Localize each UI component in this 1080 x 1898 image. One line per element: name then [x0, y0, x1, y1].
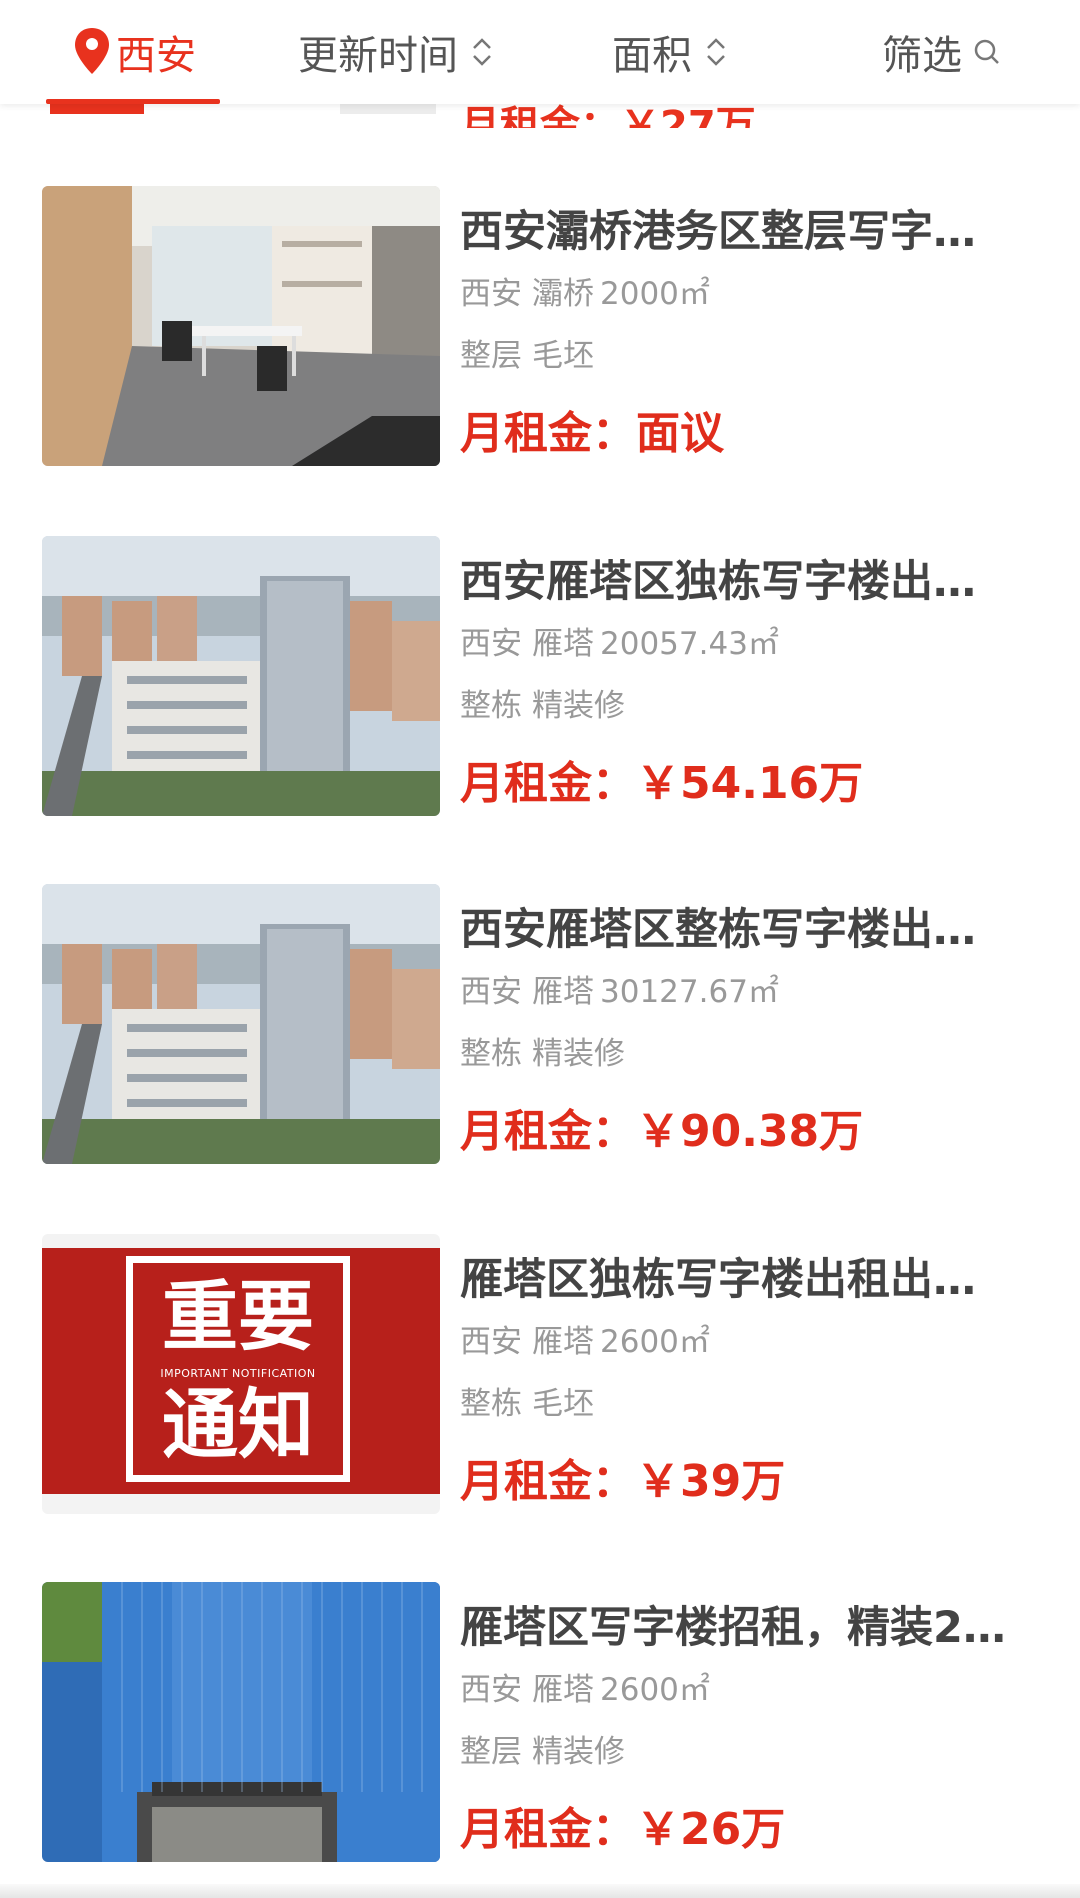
listing-thumbnail: 重要 IMPORTANT NOTIFICATION 通知: [42, 1234, 440, 1514]
listing-tag: 精装修: [532, 1036, 625, 1072]
sort-area-label: 面积: [612, 33, 692, 79]
bottom-edge: [0, 1884, 1080, 1898]
city-selector[interactable]: 西安: [72, 0, 196, 104]
notice-image: 重要 IMPORTANT NOTIFICATION 通知: [42, 1248, 440, 1494]
listing-district: 灞桥: [532, 276, 594, 312]
listing-city: 西安: [460, 974, 522, 1010]
listing-thumbnail: [42, 536, 440, 816]
notice-line1: 重要: [162, 1272, 314, 1361]
listing-info: 雁塔区写字楼招租，精装2… 西安 雁塔 2600㎡ 整层 精装修 月租金：￥26万: [460, 1600, 1040, 1858]
building-aerial-image: [42, 884, 440, 1164]
listing-title[interactable]: 西安灞桥港务区整层写字…: [460, 204, 1020, 260]
listing-district: 雁塔: [532, 1324, 594, 1360]
listing-tags: 整栋 毛坯: [460, 1384, 1040, 1424]
listing-area: 30127.67㎡: [600, 974, 779, 1010]
listing-tag: 毛坯: [532, 338, 594, 374]
list-item[interactable]: 西安灞桥港务区整层写字… 西安 灞桥 2000㎡ 整层 毛坯 月租金：面议: [0, 186, 1080, 476]
location-pin-icon: [75, 28, 109, 74]
listing-info: 西安雁塔区独栋写字楼出… 西安 雁塔 20057.43㎡ 整栋 精装修 月租金：￥54…: [460, 554, 1040, 812]
listing-meta: 西安 灞桥 2000㎡: [460, 274, 1040, 314]
listing-title[interactable]: 雁塔区独栋写字楼出租出…: [460, 1252, 1020, 1308]
filter-label: 筛选: [882, 33, 962, 79]
listing-thumbnail: [42, 186, 440, 466]
listing-tag: 精装修: [532, 688, 625, 724]
listing-meta: 西安 雁塔 2600㎡: [460, 1322, 1040, 1362]
sort-toggle-icon: [707, 38, 725, 66]
listing-title[interactable]: 雁塔区写字楼招租，精装2…: [460, 1600, 1020, 1656]
listing-info: 西安灞桥港务区整层写字… 西安 灞桥 2000㎡ 整层 毛坯 月租金：面议: [460, 204, 1040, 462]
list-item[interactable]: 重要 IMPORTANT NOTIFICATION 通知 雁塔区独栋写字楼出租出…: [0, 1234, 1080, 1524]
listing-meta: 西安 雁塔 20057.43㎡: [460, 624, 1040, 664]
glass-grid-overlay: [121, 1582, 423, 1792]
listing-tag: 整层: [460, 1734, 522, 1770]
list-item[interactable]: 雁塔区写字楼招租，精装2… 西安 雁塔 2600㎡ 整层 精装修 月租金：￥26万: [0, 1582, 1080, 1872]
listing-district: 雁塔: [532, 1672, 594, 1708]
list-item[interactable]: 西安雁塔区独栋写字楼出… 西安 雁塔 20057.43㎡ 整栋 精装修 月租金：￥54…: [0, 536, 1080, 826]
listing-price: 月租金：￥54.16万: [460, 758, 864, 809]
notice-frame: 重要 IMPORTANT NOTIFICATION 通知: [126, 1256, 350, 1482]
active-tab-indicator: [46, 99, 220, 104]
listing-city: 西安: [460, 276, 522, 312]
listing-tags: 整层 精装修: [460, 1732, 1040, 1772]
listing-price: 月租金：面议: [460, 408, 724, 459]
office-interior-image: [42, 186, 440, 466]
listing-meta: 西安 雁塔 30127.67㎡: [460, 972, 1040, 1012]
listing-city: 西安: [460, 1672, 522, 1708]
sort-by-update-time[interactable]: 更新时间: [298, 0, 496, 104]
list-item[interactable]: 西安雁塔区整栋写字楼出… 西安 雁塔 30127.67㎡ 整栋 精装修 月租金：￥90…: [0, 884, 1080, 1174]
listing-area: 20057.43㎡: [600, 626, 779, 662]
listing-area: 2600㎡: [600, 1672, 710, 1708]
listing-tag: 整栋: [460, 1386, 522, 1422]
listing-page: 月租金：￥27万 西安灞桥港务区整层写字… 西安 灞桥 2000㎡ 整层 毛坯 …: [0, 0, 1080, 1898]
listing-title[interactable]: 西安雁塔区整栋写字楼出…: [460, 902, 1020, 958]
listing-thumbnail: [42, 884, 440, 1164]
listing-info: 雁塔区独栋写字楼出租出… 西安 雁塔 2600㎡ 整栋 毛坯 月租金：￥39万: [460, 1252, 1040, 1510]
listing-tag: 整层: [460, 338, 522, 374]
listing-info: 西安雁塔区整栋写字楼出… 西安 雁塔 30127.67㎡ 整栋 精装修 月租金：￥90…: [460, 902, 1040, 1160]
sort-toggle-icon: [473, 38, 491, 66]
listing-tag: 整栋: [460, 688, 522, 724]
sort-by-area[interactable]: 面积: [612, 0, 730, 104]
listing-price: 月租金：￥90.38万: [460, 1106, 864, 1157]
listing-tags: 整层 毛坯: [460, 336, 1040, 376]
listing-city: 西安: [460, 1324, 522, 1360]
search-icon: [974, 39, 999, 64]
sort-update-label: 更新时间: [298, 33, 458, 79]
notice-subtitle: IMPORTANT NOTIFICATION: [160, 1367, 316, 1380]
listing-title[interactable]: 西安雁塔区独栋写字楼出…: [460, 554, 1020, 610]
listing-tag: 毛坯: [532, 1386, 594, 1422]
listing-district: 雁塔: [532, 974, 594, 1010]
listing-price: 月租金：￥39万: [460, 1456, 786, 1507]
listing-price: 月租金：￥26万: [460, 1804, 786, 1855]
listing-area: 2600㎡: [600, 1324, 710, 1360]
building-aerial-image: [42, 536, 440, 816]
listing-tag: 整栋: [460, 1036, 522, 1072]
listing-tags: 整栋 精装修: [460, 1034, 1040, 1074]
filter-bar: 西安 更新时间 面积 筛选: [0, 0, 1080, 104]
city-label: 西安: [116, 33, 196, 79]
listing-meta: 西安 雁塔 2600㎡: [460, 1670, 1040, 1710]
filter-button[interactable]: 筛选: [882, 0, 1002, 104]
listing-tags: 整栋 精装修: [460, 686, 1040, 726]
notice-line2: 通知: [162, 1380, 314, 1469]
listing-district: 雁塔: [532, 626, 594, 662]
listing-thumbnail: [42, 1582, 440, 1862]
listing-tag: 精装修: [532, 1734, 625, 1770]
listing-city: 西安: [460, 626, 522, 662]
listing-area: 2000㎡: [600, 276, 710, 312]
